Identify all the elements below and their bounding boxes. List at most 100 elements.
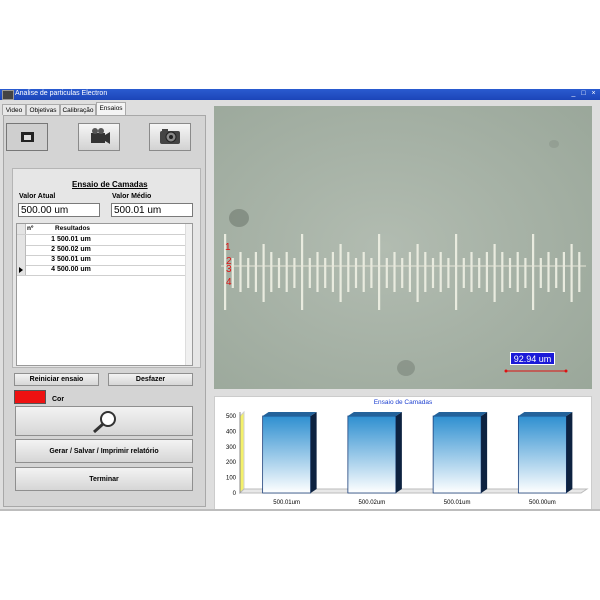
ruler-tick [462, 258, 465, 288]
ruler-tick [239, 252, 242, 292]
x-tick-label: 500.01um [444, 500, 471, 506]
table-row-selected[interactable]: 4 500.00 um [17, 265, 187, 276]
current-value-field: 500.00 um [18, 203, 100, 217]
ruler-tick [293, 258, 296, 288]
measurement-line [504, 369, 568, 373]
marker-1: 1 [225, 242, 231, 253]
monitor-icon [21, 132, 34, 142]
bar-side [310, 411, 317, 493]
bar [517, 415, 567, 494]
ruler-tick [393, 252, 396, 292]
ruler-tick [447, 258, 450, 288]
ruler-tick [508, 258, 512, 288]
marker-3: 3 [226, 264, 232, 275]
app-icon [2, 90, 14, 100]
ruler-tick [493, 244, 496, 302]
results-grid[interactable]: nº Resultados 1 500.01 um 2 500.02 um 3 … [16, 223, 193, 366]
ruler-tick [439, 252, 442, 292]
video-camera-button[interactable] [78, 123, 120, 151]
ruler-tick [485, 252, 488, 292]
close-button[interactable]: × [590, 90, 597, 98]
y-tick-label: 0 [233, 491, 237, 497]
bar-top [262, 411, 317, 416]
grid-scrollbar[interactable] [185, 224, 192, 365]
ruler-tick [431, 258, 435, 288]
bar-top [518, 412, 573, 416]
ruler-tick [424, 252, 427, 292]
ruler-tick [316, 252, 319, 292]
color-swatch[interactable] [14, 390, 46, 404]
ruler-tick [270, 252, 273, 292]
row-result: 500.01 um [57, 236, 91, 243]
test-title: Ensaio de Camadas [72, 180, 148, 189]
ruler-tick [331, 252, 334, 292]
tab-calibracao[interactable]: Calibração [60, 104, 96, 115]
ruler-tick [385, 258, 388, 288]
bar-side [395, 411, 402, 493]
ruler-tick [378, 234, 381, 310]
ruler-tick [285, 252, 288, 292]
bar-chart: 0 100 200 300 400 500 500.01um 500.02um 500.01um… [226, 410, 589, 506]
bar-side [481, 411, 488, 493]
ruler-tick [570, 244, 573, 302]
row-result: 500.01 um [57, 256, 91, 263]
row-number: 4 [51, 266, 55, 273]
ruler-tick [408, 252, 411, 292]
ruler-tick [524, 258, 527, 288]
monitor-button[interactable] [6, 123, 48, 151]
chart-side-wall [239, 410, 245, 495]
microscope-view[interactable]: 1 2 3 4 92.94 um [214, 106, 592, 389]
current-value-label: Valor Atual [19, 193, 56, 200]
ruler-tick [478, 258, 481, 288]
minimize-button[interactable]: _ [570, 90, 577, 98]
window-title: Analise de particulas Electron [15, 90, 108, 97]
ruler-tick [562, 252, 565, 292]
ruler-tick [262, 244, 265, 302]
ruler-tick [254, 252, 257, 292]
finish-button[interactable]: Terminar [15, 467, 193, 491]
maximize-button[interactable]: □ [580, 90, 587, 98]
row-number: 2 [51, 246, 55, 253]
ruler-tick [354, 258, 358, 288]
ruler-tick [578, 252, 581, 292]
x-tick-label: 500.00um [529, 500, 556, 506]
ruler-tick [470, 252, 473, 292]
row-result: 500.00 um [57, 266, 91, 273]
y-tick-label: 400 [226, 429, 237, 435]
ruler-tick [362, 252, 365, 292]
magnifier-icon [93, 411, 116, 434]
undo-button[interactable]: Desfazer [108, 373, 193, 386]
ruler-tick [301, 234, 304, 310]
x-tick-label: 500.02um [359, 500, 386, 506]
ruler-tick [416, 244, 419, 302]
y-tick-label: 300 [226, 445, 237, 451]
ruler-tick [247, 258, 250, 288]
photo-camera-button[interactable] [149, 123, 191, 151]
ruler-tick [539, 258, 542, 288]
micrograph-image [214, 106, 592, 389]
bar [262, 415, 312, 494]
tab-video[interactable]: Video [2, 104, 26, 115]
row-number: 3 [51, 256, 55, 263]
ruler-tick [277, 258, 281, 288]
tab-objetivas[interactable]: Objetivas [26, 104, 60, 115]
report-button[interactable]: Gerar / Salvar / Imprimir relatório [15, 439, 193, 463]
search-button[interactable] [15, 406, 193, 436]
grid-header: nº Resultados [17, 224, 187, 235]
bar-top [347, 411, 402, 416]
tab-ensaios[interactable]: Ensaios [96, 102, 126, 115]
y-tick-label: 500 [226, 414, 237, 420]
x-tick-label: 500.01um [273, 500, 300, 506]
restart-test-button[interactable]: Reiniciar ensaio [14, 373, 99, 386]
results-chart: Ensaio de Camadas 0 100 200 300 400 500 500.01… [214, 396, 592, 510]
measurement-label: 92.94 um [510, 352, 555, 365]
bar-side [566, 412, 573, 493]
ruler-tick [401, 258, 404, 288]
ruler-tick [532, 234, 535, 310]
ruler-tick [547, 252, 550, 292]
ruler-tick [370, 258, 373, 288]
ruler-tick [555, 258, 558, 288]
ruler-tick [516, 252, 519, 292]
row-pointer-icon [19, 267, 23, 273]
bar-top [433, 411, 488, 416]
